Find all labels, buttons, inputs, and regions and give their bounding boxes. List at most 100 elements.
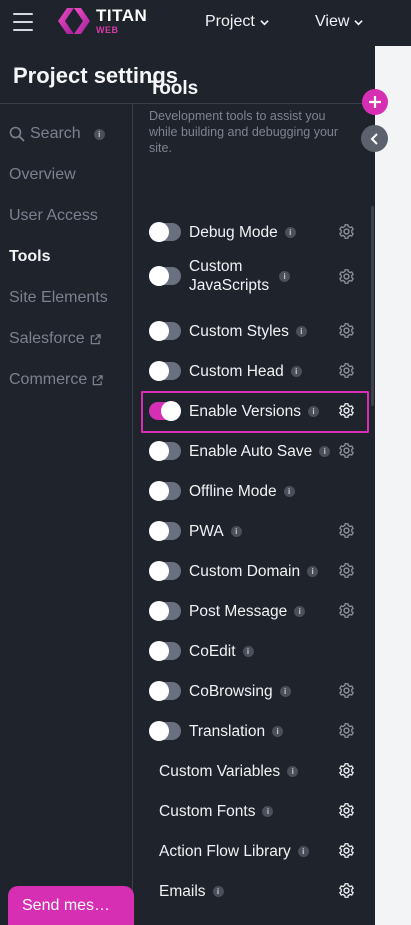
collapse-panel-button[interactable] xyxy=(361,125,388,152)
tool-label: Translation i xyxy=(189,722,284,741)
sidebar-item-salesforce[interactable]: Salesforce xyxy=(9,330,101,348)
gear-icon[interactable] xyxy=(338,722,355,739)
toggle-switch[interactable] xyxy=(149,521,181,541)
sidebar-item-user-access[interactable]: User Access xyxy=(9,207,98,225)
toggle-switch[interactable] xyxy=(149,721,181,741)
info-icon[interactable]: i xyxy=(290,366,302,377)
tool-label-text: Post Message xyxy=(189,603,288,620)
tool-label-text: Enable Auto Save xyxy=(189,443,313,460)
toggle-switch[interactable] xyxy=(149,441,181,461)
info-icon[interactable]: i xyxy=(283,486,295,497)
tool-label-text: Translation xyxy=(189,723,266,740)
info-icon[interactable]: i xyxy=(93,128,105,140)
sidebar-item-commerce[interactable]: Commerce xyxy=(9,371,103,389)
toggle-switch[interactable] xyxy=(149,481,181,501)
info-icon[interactable]: i xyxy=(279,686,291,697)
gear-icon[interactable] xyxy=(338,602,355,619)
gear-icon[interactable] xyxy=(338,442,355,459)
sidebar-item-label: Salesforce xyxy=(9,330,85,347)
toggle-knob xyxy=(149,721,169,741)
toggle-switch[interactable] xyxy=(149,601,181,621)
view-menu-label: View xyxy=(315,13,350,30)
info-icon[interactable]: i xyxy=(295,326,307,337)
tool-label-text: Debug Mode xyxy=(189,224,278,241)
toggle-knob xyxy=(149,521,169,541)
search-icon xyxy=(9,126,25,142)
toggle-knob xyxy=(149,481,169,501)
tool-row: Custom Domain i xyxy=(141,553,369,589)
brand-wordmark: TITAN WEB xyxy=(96,7,147,36)
info-icon[interactable]: i xyxy=(212,886,224,897)
toggle-switch[interactable] xyxy=(149,641,181,661)
info-icon[interactable]: i xyxy=(242,646,254,657)
toggle-switch[interactable] xyxy=(149,561,181,581)
brand-subtitle: WEB xyxy=(96,25,119,35)
tool-label-text: PWA xyxy=(189,523,224,540)
gear-icon[interactable] xyxy=(338,522,355,539)
column-divider xyxy=(132,103,133,925)
gear-icon[interactable] xyxy=(338,362,355,379)
toggle-knob xyxy=(149,561,169,581)
tool-row: CoBrowsing i xyxy=(141,673,369,709)
sidebar-item-site-elements[interactable]: Site Elements xyxy=(9,289,108,307)
toggle-switch[interactable] xyxy=(149,361,181,381)
gear-icon[interactable] xyxy=(338,322,355,339)
gear-icon[interactable] xyxy=(338,223,355,240)
tool-row: Translation i xyxy=(141,713,369,749)
info-icon[interactable]: i xyxy=(262,806,274,817)
tool-label-text: CoBrowsing xyxy=(189,683,273,700)
tool-label: Emails i xyxy=(159,882,224,901)
info-icon[interactable]: i xyxy=(230,526,242,537)
tool-label: Custom Fonts i xyxy=(159,802,274,821)
tools-heading: Tools xyxy=(149,78,199,99)
titan-logo-icon xyxy=(58,8,90,34)
toggle-switch[interactable] xyxy=(149,681,181,701)
hamburger-menu-icon[interactable] xyxy=(13,13,33,31)
toggle-knob xyxy=(149,601,169,621)
sidebar-search[interactable]: Search i xyxy=(9,125,105,143)
send-message-button[interactable]: Send mes… xyxy=(8,886,134,925)
toggle-switch[interactable] xyxy=(149,222,181,242)
sidebar-search-label: Search xyxy=(30,125,81,142)
tool-label-text: CoEdit xyxy=(189,643,236,660)
info-icon[interactable]: i xyxy=(307,566,319,577)
gear-icon[interactable] xyxy=(338,802,355,819)
info-icon[interactable]: i xyxy=(272,726,284,737)
gear-icon[interactable] xyxy=(338,562,355,579)
info-icon[interactable]: i xyxy=(297,846,309,857)
tool-label: Debug Mode i xyxy=(189,223,296,242)
sidebar-item-overview[interactable]: Overview xyxy=(9,166,76,184)
info-icon[interactable]: i xyxy=(294,606,306,617)
toggle-knob xyxy=(149,641,169,661)
chevron-left-icon xyxy=(370,132,378,145)
toggle-knob xyxy=(149,266,169,286)
view-menu[interactable]: View xyxy=(315,13,364,31)
gear-icon[interactable] xyxy=(338,882,355,899)
info-icon[interactable]: i xyxy=(284,227,296,238)
tool-label: Custom Styles i xyxy=(189,322,307,341)
add-button[interactable] xyxy=(362,89,388,115)
toggle-knob xyxy=(149,361,169,381)
tool-label-text: Emails xyxy=(159,883,206,900)
sidebar-item-tools[interactable]: Tools xyxy=(9,248,50,266)
project-menu[interactable]: Project xyxy=(205,13,269,31)
tool-label: Action Flow Library i xyxy=(159,842,309,861)
tool-label: PWA i xyxy=(189,522,242,541)
sidebar-item-label: Commerce xyxy=(9,371,88,388)
sidebar-item-label: Tools xyxy=(9,248,51,265)
toggle-knob xyxy=(149,441,169,461)
toggle-switch[interactable] xyxy=(149,321,181,341)
gear-icon[interactable] xyxy=(338,842,355,859)
tool-label-text: Custom Head xyxy=(189,363,284,380)
chevron-down-icon xyxy=(354,19,364,25)
toggle-knob xyxy=(149,321,169,341)
gear-icon[interactable] xyxy=(338,268,355,285)
info-icon[interactable]: i xyxy=(287,766,299,777)
gear-icon[interactable] xyxy=(338,762,355,779)
info-icon[interactable]: i xyxy=(279,270,291,282)
toggle-switch[interactable] xyxy=(149,266,181,286)
gear-icon[interactable] xyxy=(338,682,355,699)
scrollbar[interactable] xyxy=(371,206,374,406)
info-icon[interactable]: i xyxy=(319,446,331,457)
tool-row: Custom Fonts i xyxy=(141,793,369,829)
